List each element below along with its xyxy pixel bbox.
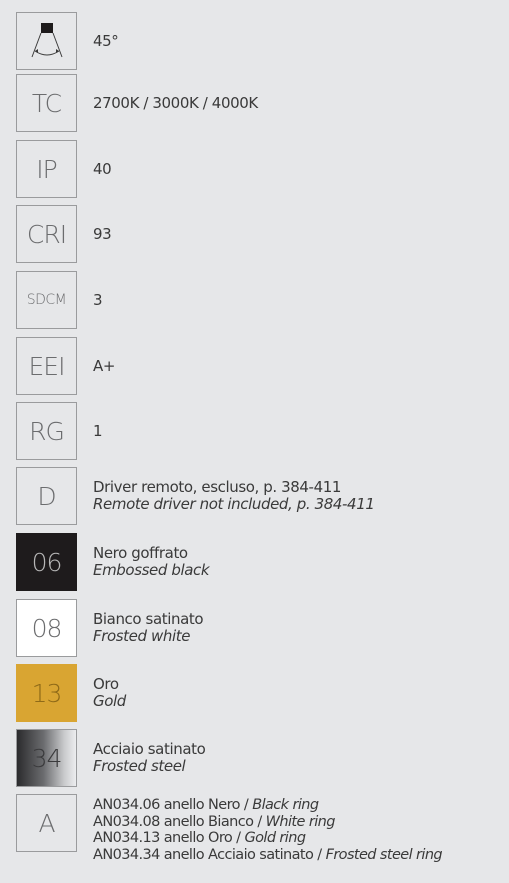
finish-name-it: Oro [93,675,119,693]
sdcm-label: SDCM [16,271,77,329]
cri-value: 93 [93,224,112,243]
beam-angle-value: 45° [93,31,119,50]
beam-angle-icon [16,12,77,70]
tc-label: TC [16,74,77,132]
finish-name-it: Nero goffrato [93,544,188,562]
accessory-label: A [16,794,77,852]
finish-swatch-06: 06 [16,533,77,591]
finish-name-it: Acciaio satinato [93,740,206,758]
driver-text: Driver remoto, escluso, p. 384-411 Remot… [93,467,505,525]
ip-value: 40 [93,159,112,178]
finish-text-34: Acciaio satinato Frosted steel [93,729,505,787]
rg-value: 1 [93,421,103,440]
driver-value-en: Remote driver not included, p. 384-411 [93,495,375,513]
tc-value: 2700K / 3000K / 4000K [93,93,258,112]
finish-name-en: Gold [93,692,126,710]
eei-value: A+ [93,356,116,375]
finish-swatch-08: 08 [16,599,77,657]
driver-value-it: Driver remoto, escluso, p. 384-411 [93,478,341,496]
finish-text-08: Bianco satinato Frosted white [93,599,505,657]
driver-label: D [16,467,77,525]
accessory-item: AN034.34 anello Acciaio satinato / Frost… [93,846,443,863]
finish-name-en: Embossed black [93,561,210,579]
finish-swatch-13: 13 [16,664,77,722]
accessory-item: AN034.08 anello Bianco / White ring [93,813,335,830]
cri-label: CRI [16,205,77,263]
finish-text-06: Nero goffrato Embossed black [93,533,505,591]
finish-name-en: Frosted white [93,627,191,645]
finish-swatch-34: 34 [16,729,77,787]
sdcm-value: 3 [93,290,103,309]
accessory-item: AN034.13 anello Oro / Gold ring [93,830,306,846]
accessory-item: AN034.06 anello Nero / Black ring [93,797,319,813]
accessory-list: AN034.06 anello Nero / Black ring AN034.… [93,792,505,868]
rg-label: RG [16,402,77,460]
eei-label: EEI [16,337,77,395]
ip-label: IP [16,140,77,198]
finish-name-it: Bianco satinato [93,610,204,628]
finish-text-13: Oro Gold [93,664,505,722]
finish-name-en: Frosted steel [93,757,186,775]
